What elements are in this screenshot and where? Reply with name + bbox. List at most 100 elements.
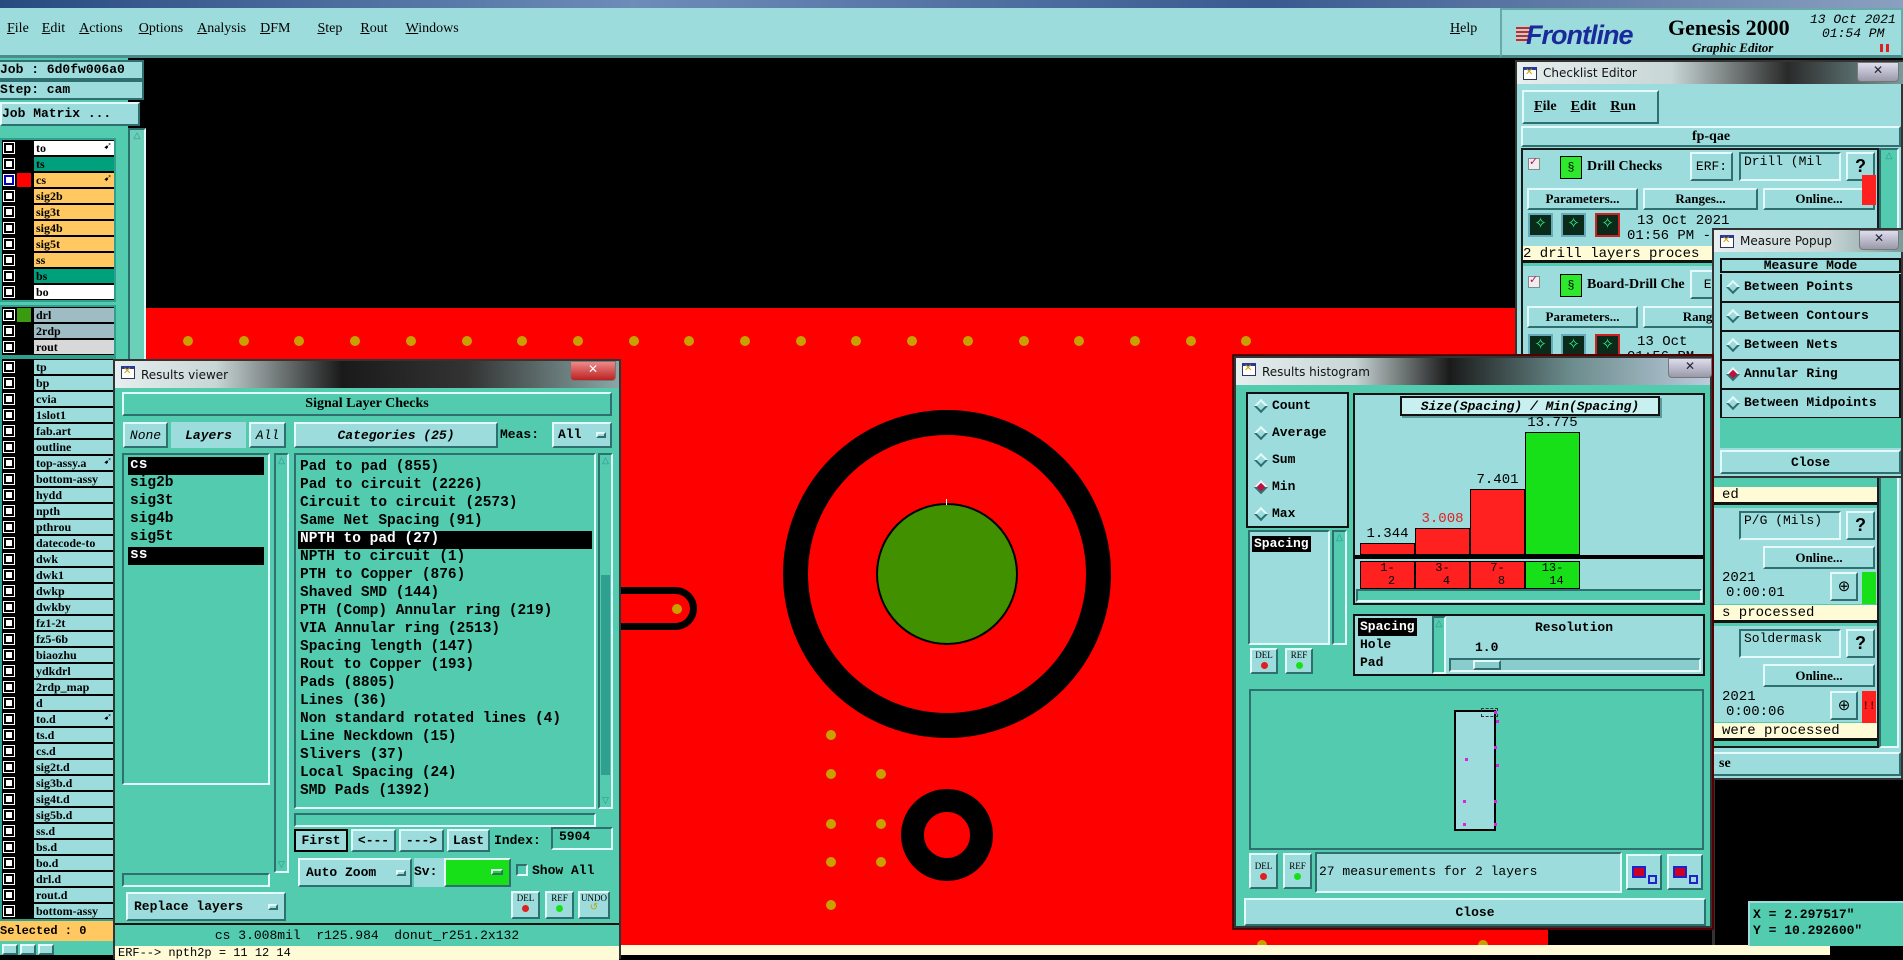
- layer-visibility-checkbox[interactable]: [3, 601, 15, 613]
- layer-visibility-checkbox[interactable]: [3, 286, 15, 298]
- layer-row[interactable]: npth: [2, 503, 116, 519]
- scroll-up-icon[interactable]: △: [130, 130, 144, 142]
- layer-row[interactable]: bo: [2, 284, 116, 300]
- layer-row[interactable]: ss: [2, 252, 116, 268]
- categories-button[interactable]: Categories (25): [294, 422, 498, 448]
- layer-visibility-checkbox[interactable]: [3, 325, 15, 337]
- layer-visibility-checkbox[interactable]: [3, 697, 15, 709]
- menu-windows[interactable]: Windows: [406, 21, 459, 37]
- layer-row[interactable]: to ➹: [2, 140, 116, 156]
- auto-zoom-dropdown[interactable]: Auto Zoom: [298, 858, 412, 887]
- attribute-item[interactable]: Hole: [1358, 636, 1393, 654]
- layers-list[interactable]: cs sig2b sig3t sig4b sig5t ss: [122, 453, 270, 785]
- index-input[interactable]: 5904: [551, 827, 613, 850]
- layer-row[interactable]: ss.d: [2, 823, 116, 839]
- layer-row[interactable]: to.d ➹: [2, 711, 116, 727]
- close-icon[interactable]: ✕: [1859, 230, 1899, 250]
- layer-tool-button[interactable]: [38, 944, 54, 955]
- layer-row[interactable]: tp: [2, 359, 116, 375]
- layer-row[interactable]: fab.art: [2, 423, 116, 439]
- measure-option[interactable]: Between Nets: [1720, 332, 1901, 361]
- layer-row[interactable]: top-assy.a ➹: [2, 455, 116, 471]
- layer-row[interactable]: dwkby: [2, 599, 116, 615]
- measure-option[interactable]: Annular Ring: [1720, 361, 1901, 390]
- run-partial-icon[interactable]: ✧: [1561, 213, 1586, 237]
- layer-visibility-checkbox[interactable]: [3, 857, 15, 869]
- layer-visibility-checkbox[interactable]: [3, 665, 15, 677]
- category-item[interactable]: Line Neckdown (15): [298, 729, 592, 747]
- undo-button[interactable]: UNDO ↺: [578, 891, 610, 919]
- run-stop-icon[interactable]: ✧: [1595, 213, 1620, 237]
- layer-visibility-checkbox[interactable]: [3, 254, 15, 266]
- layer-row[interactable]: bp: [2, 375, 116, 391]
- menu-edit[interactable]: Edit: [42, 21, 65, 37]
- layer-row[interactable]: sig4t.d: [2, 791, 116, 807]
- checklist-menu-edit[interactable]: Edit: [1571, 99, 1597, 115]
- measure-close-button[interactable]: Close: [1720, 450, 1901, 474]
- menu-dfm[interactable]: DFM: [260, 21, 290, 37]
- menu-actions[interactable]: Actions: [79, 21, 123, 37]
- layer-row[interactable]: sig5b.d: [2, 807, 116, 823]
- category-item[interactable]: VIA Annular ring (2513): [298, 621, 592, 639]
- category-item[interactable]: Shaved SMD (144): [298, 585, 592, 603]
- category-item[interactable]: Local Spacing (24): [298, 765, 592, 783]
- mode-radio-min[interactable]: Min: [1253, 479, 1347, 506]
- refresh-button[interactable]: REF: [1285, 648, 1313, 674]
- help-button[interactable]: ?: [1846, 511, 1875, 540]
- meas-dropdown[interactable]: All: [552, 422, 612, 448]
- layer-visibility-checkbox[interactable]: [3, 174, 15, 186]
- histogram-title-bar[interactable]: Results histogram ✕: [1236, 358, 1712, 385]
- close-icon[interactable]: ✕: [1857, 62, 1899, 82]
- select-none-button[interactable]: None: [123, 422, 168, 448]
- menu-rout[interactable]: Rout: [360, 21, 387, 37]
- show-all-checkbox[interactable]: [516, 864, 528, 876]
- layer-row[interactable]: sig2t.d: [2, 759, 116, 775]
- layer-visibility-checkbox[interactable]: [3, 190, 15, 202]
- menu-help[interactable]: Help: [1450, 21, 1477, 37]
- results-viewer-title-bar[interactable]: Results viewer ✕: [115, 361, 619, 388]
- layer-visibility-checkbox[interactable]: [3, 206, 15, 218]
- layer-row[interactable]: hydd: [2, 487, 116, 503]
- categories-hscrollbar[interactable]: [294, 813, 596, 827]
- slider-thumb[interactable]: [1473, 660, 1501, 670]
- category-item[interactable]: Lines (36): [298, 693, 592, 711]
- category-item[interactable]: Non standard rotated lines (4): [298, 711, 592, 729]
- checklist-menu-run[interactable]: Run: [1610, 99, 1636, 115]
- field-item[interactable]: Spacing: [1252, 536, 1311, 552]
- layer-row[interactable]: dwk: [2, 551, 116, 567]
- layer-visibility-checkbox[interactable]: [3, 841, 15, 853]
- layer-visibility-checkbox[interactable]: [3, 270, 15, 282]
- layer-visibility-checkbox[interactable]: [3, 409, 15, 421]
- category-item[interactable]: SMD Pads (1392): [298, 783, 592, 801]
- layer-row[interactable]: 2rdp: [2, 323, 116, 339]
- layer-visibility-checkbox[interactable]: [3, 222, 15, 234]
- category-item[interactable]: Slivers (37): [298, 747, 592, 765]
- menu-file[interactable]: File: [7, 21, 29, 37]
- layer-visibility-checkbox[interactable]: [3, 457, 15, 469]
- histogram-bar[interactable]: [1415, 528, 1470, 555]
- layer-visibility-checkbox[interactable]: [3, 505, 15, 517]
- categories-list[interactable]: Pad to pad (855) Pad to circuit (2226) Cir…: [294, 453, 596, 809]
- layer-visibility-checkbox[interactable]: [3, 341, 15, 353]
- zoom-icon[interactable]: ⊕: [1830, 691, 1858, 720]
- replace-layers-dropdown[interactable]: Replace layers: [126, 892, 286, 921]
- refresh-button[interactable]: REF: [1283, 853, 1312, 889]
- category-item[interactable]: PTH to Copper (876): [298, 567, 592, 585]
- histogram-bar[interactable]: [1525, 432, 1580, 555]
- layer-list-item[interactable]: cs: [128, 457, 264, 475]
- layers-list-scrollbar[interactable]: △ ▽: [274, 453, 289, 873]
- category-item[interactable]: Same Net Spacing (91): [298, 513, 592, 531]
- layer-row[interactable]: bs: [2, 268, 116, 284]
- attribute-item[interactable]: Pad: [1358, 654, 1385, 672]
- delete-button[interactable]: DEL: [1250, 648, 1278, 674]
- next-button[interactable]: --->: [399, 829, 444, 852]
- layer-visibility-checkbox[interactable]: [3, 809, 15, 821]
- layer-row[interactable]: bo.d: [2, 855, 116, 871]
- histogram-bar[interactable]: [1360, 543, 1415, 555]
- layer-row[interactable]: bottom-assy: [2, 903, 116, 919]
- help-button[interactable]: ?: [1846, 629, 1875, 658]
- run-icon[interactable]: ✧: [1528, 213, 1553, 237]
- layer-row[interactable]: 2rdp_map: [2, 679, 116, 695]
- layer-row[interactable]: bs.d: [2, 839, 116, 855]
- category-item[interactable]: PTH (Comp) Annular ring (219): [298, 603, 592, 621]
